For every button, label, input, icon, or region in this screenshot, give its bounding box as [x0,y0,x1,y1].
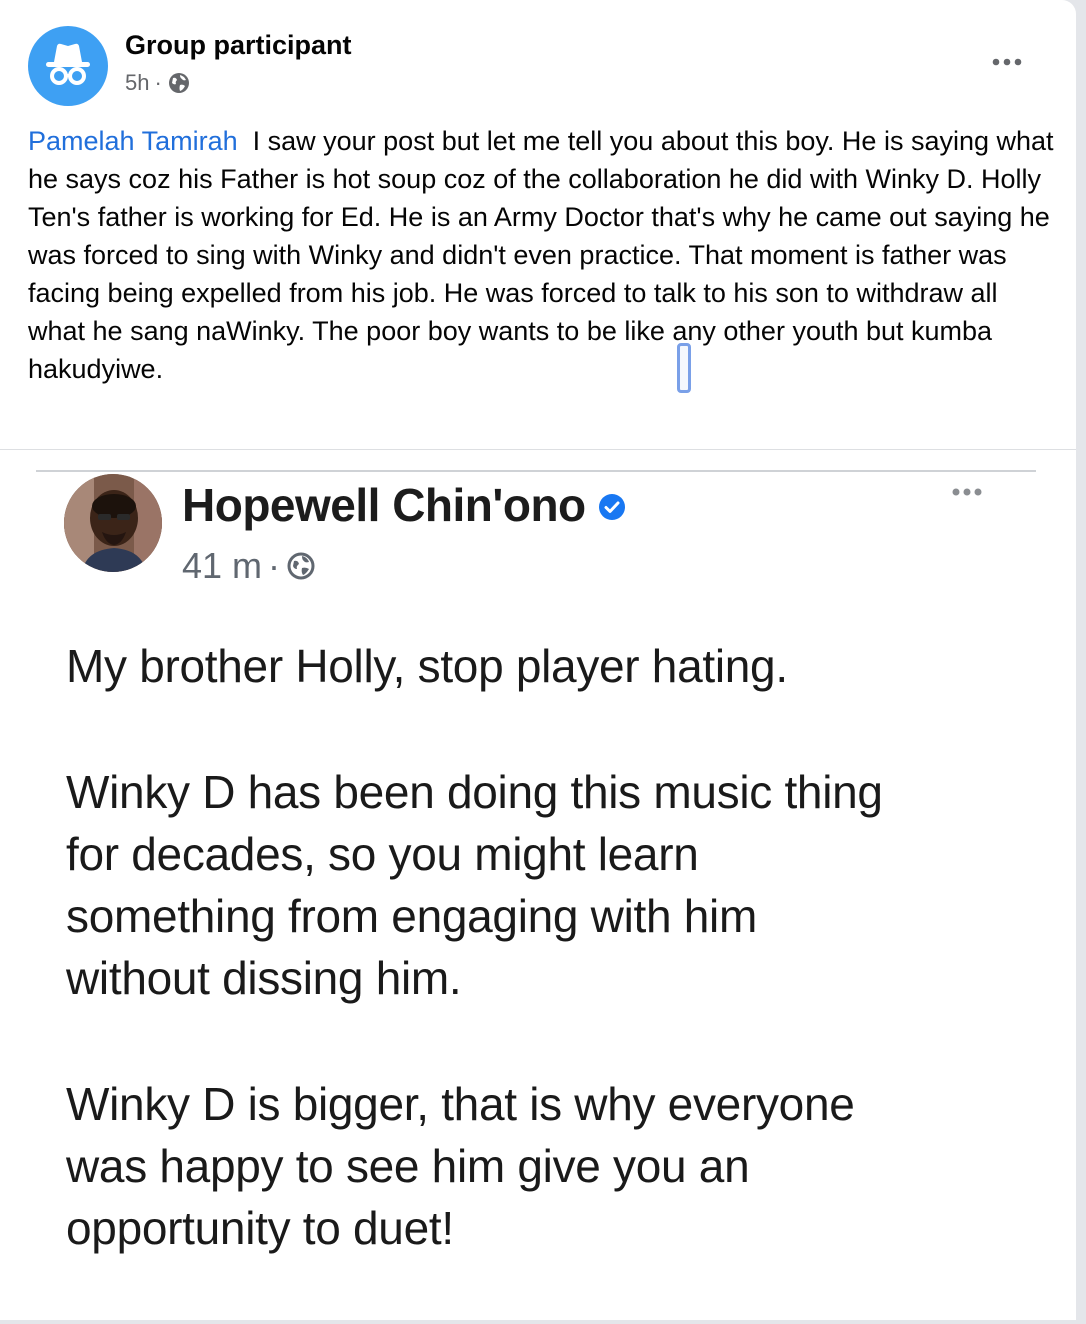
shared-author-avatar [64,474,162,572]
incognito-icon [46,43,90,85]
meta-separator: · [154,70,162,95]
shared-screenshot-image[interactable]: Hopewell Chin'ono 41 m · My brother Holl… [0,450,1076,1320]
mention-link[interactable]: Pamelah Tamirah [28,126,238,156]
text-selection-caret [677,343,691,393]
post-card: Group participant 5h · Pamelah Tamirah I… [0,0,1076,1320]
post-body-text: I saw your post but let me tell you abou… [28,126,1054,384]
shared-post-timestamp: 41 m [182,545,263,586]
shared-post-meta: 41 m · [182,545,316,587]
shared-meta-separator: · [268,545,281,586]
anonymous-participant-avatar[interactable] [28,26,108,106]
globe-icon [168,73,189,93]
shared-author-name: Hopewell Chin'ono [182,478,626,532]
shared-paragraph: My brother Holly, stop player hating. [66,640,788,692]
more-horizontal-icon [952,488,982,496]
globe-icon [287,552,315,580]
verified-badge-icon [598,478,626,532]
shared-more-options-icon [946,480,996,504]
post-meta: 5h · [125,70,191,96]
shared-author-name-text: Hopewell Chin'ono [182,479,586,531]
post-more-options-button[interactable] [988,48,1028,78]
post-body: Pamelah Tamirah I saw your post but let … [28,122,1058,388]
more-horizontal-icon [992,58,1022,66]
shared-paragraph: Winky D has been doing this music thing … [66,766,883,1004]
profile-photo-icon [64,474,162,572]
post-author-name[interactable]: Group participant [125,30,352,61]
page-bottom-edge [0,1320,1086,1324]
post-timestamp[interactable]: 5h [125,70,149,96]
screenshot-top-border [36,470,1036,472]
post-header: Group participant 5h · [28,26,1048,106]
shared-paragraph: Winky D is bigger, that is why everyone … [66,1078,855,1254]
